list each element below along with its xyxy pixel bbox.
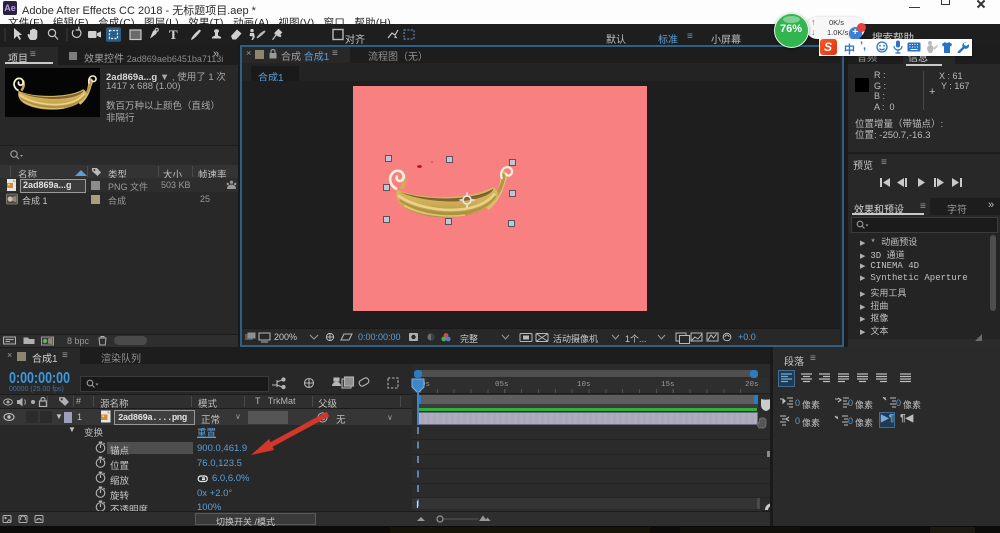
svg-text:T: T [169, 27, 178, 42]
